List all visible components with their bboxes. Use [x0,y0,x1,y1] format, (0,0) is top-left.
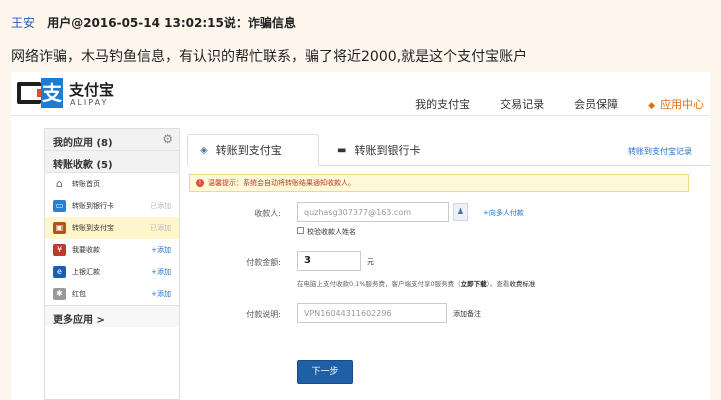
shield-icon: ◈ [200,144,208,156]
sidebar: 我的应用 (8) ⚙ 转账收款 (5) ⌂ 转账首页 ▭ 转账到银行卡 已添加 … [44,128,180,400]
sidebar-title-label: 我的应用 (8) [53,138,113,149]
card-icon: ▬ [337,144,347,156]
red-packet-icon: ✱ [53,288,66,300]
post-header: 王安 用户@2016-05-14 13:02:15说：诈骗信息 [11,14,296,31]
nav-my-alipay[interactable]: 我的支付宝 [415,96,470,112]
contacts-icon[interactable]: ♟ [453,203,468,221]
nav-app-center[interactable]: 应用中心 [648,96,704,112]
fee-note-b: ）。查看 [486,280,510,288]
logo-mark-icon [17,82,44,104]
alipay-logo[interactable]: 支 支付宝 ALIPAY [17,78,127,112]
add-link[interactable]: +添加 [151,245,171,255]
alipay-header: 支 支付宝 ALIPAY 我的支付宝 交易记录 会员保障 应用中心 [11,72,710,116]
post-body: 网络诈骗，木马钓鱼信息，有认识的帮忙联系，骗了将近2000,就是这个支付宝账户 [11,49,528,65]
post-author[interactable]: 王安 [11,16,35,30]
alipay-transfer-icon: ▣ [53,222,66,234]
alipay-screenshot: 支 支付宝 ALIPAY 我的支付宝 交易记录 会员保障 应用中心 我的应用 (… [11,72,710,400]
amount-label: 付款金额: [246,258,281,267]
logo-sub: ALIPAY [70,98,109,107]
add-link[interactable]: +添加 [151,289,171,299]
sidebar-item-label: 转账到银行卡 [72,202,114,210]
tab-label: 转账到银行卡 [354,144,421,157]
sidebar-item-label: 转账首页 [72,180,100,188]
logo-name: 支付宝 [69,81,115,99]
tab-bar: ◈ 转账到支付宝 ▬ 转账到银行卡 转账到支付宝记录 [187,128,710,166]
tip-bar: ! 温馨提示：系统会自动将转账结果通知收款人。 [189,174,689,192]
verify-name-label: 校验收款人姓名 [307,228,356,236]
sidebar-item-alipay-transfer[interactable]: ▣ 转账到支付宝 已添加 [45,217,179,239]
sidebar-section[interactable]: 转账收款 (5) [45,151,179,173]
payee-label: 收款人: [254,209,281,218]
transfer-panel: ◈ 转账到支付宝 ▬ 转账到银行卡 转账到支付宝记录 ! 温馨提示：系统会自动将… [187,128,710,400]
sidebar-item-home[interactable]: ⌂ 转账首页 [45,173,179,195]
more-apps-link[interactable]: 更多应用 > [45,305,179,327]
verify-name-checkbox[interactable] [297,227,304,234]
gear-icon[interactable]: ⚙ [162,132,173,146]
bank-card-icon: ▭ [53,200,66,212]
sidebar-item-label: 红包 [72,290,86,298]
post-meta: 用户@2016-05-14 13:02:15说：诈骗信息 [47,16,296,30]
fee-note-a: 在电脑上支付收款0.1%服务费，客户端支付享0服务费（ [297,280,461,288]
home-icon: ⌂ [56,177,63,190]
nav-member[interactable]: 会员保障 [574,96,618,112]
payee-input[interactable]: quzhasg307377@163.com [297,202,449,222]
transfer-records-link[interactable]: 转账到支付宝记录 [628,146,692,157]
added-tag: 已添加 [150,202,171,210]
remit-icon: e [53,266,66,278]
nav-transactions[interactable]: 交易记录 [500,96,544,112]
amount-input[interactable]: 3 [297,251,361,271]
top-nav: 我的支付宝 交易记录 会员保障 应用中心 [385,96,710,112]
sidebar-item-label: 上银汇款 [72,268,100,276]
memo-input[interactable]: VPN16044311602296 [297,303,447,323]
tab-to-alipay[interactable]: ◈ 转账到支付宝 [187,134,319,166]
collect-icon: ¥ [53,244,66,256]
next-button[interactable]: 下一步 [297,360,353,384]
multi-payee-link[interactable]: +向多人付款 [483,208,524,218]
sidebar-item-bank[interactable]: ▭ 转账到银行卡 已添加 [45,195,179,217]
sidebar-item-red-packet[interactable]: ✱ 红包 +添加 [45,283,179,305]
added-tag: 已添加 [150,224,171,232]
sidebar-item-collect[interactable]: ¥ 我要收款 +添加 [45,239,179,261]
sidebar-title: 我的应用 (8) ⚙ [45,129,179,151]
tab-to-bank[interactable]: ▬ 转账到银行卡 [325,134,432,166]
memo-label: 付款说明: [246,310,281,319]
sidebar-item-remit[interactable]: e 上银汇款 +添加 [45,261,179,283]
add-link[interactable]: +添加 [151,267,171,277]
add-memo-link[interactable]: 添加备注 [453,309,481,319]
warning-icon: ! [196,179,204,187]
sidebar-item-label: 我要收款 [72,246,100,254]
download-link[interactable]: 立即下载 [461,280,487,288]
fee-standard-link[interactable]: 收费标准 [509,280,535,288]
tab-label: 转账到支付宝 [215,144,282,157]
amount-unit: 元 [367,258,374,266]
fee-note: 在电脑上支付收款0.1%服务费，客户端支付享0服务费（立即下载）。查看收费标准 [297,278,535,288]
logo-glyph: 支 [41,78,63,108]
sidebar-item-label: 转账到支付宝 [72,224,114,232]
tip-text: 温馨提示：系统会自动将转账结果通知收款人。 [208,179,355,187]
